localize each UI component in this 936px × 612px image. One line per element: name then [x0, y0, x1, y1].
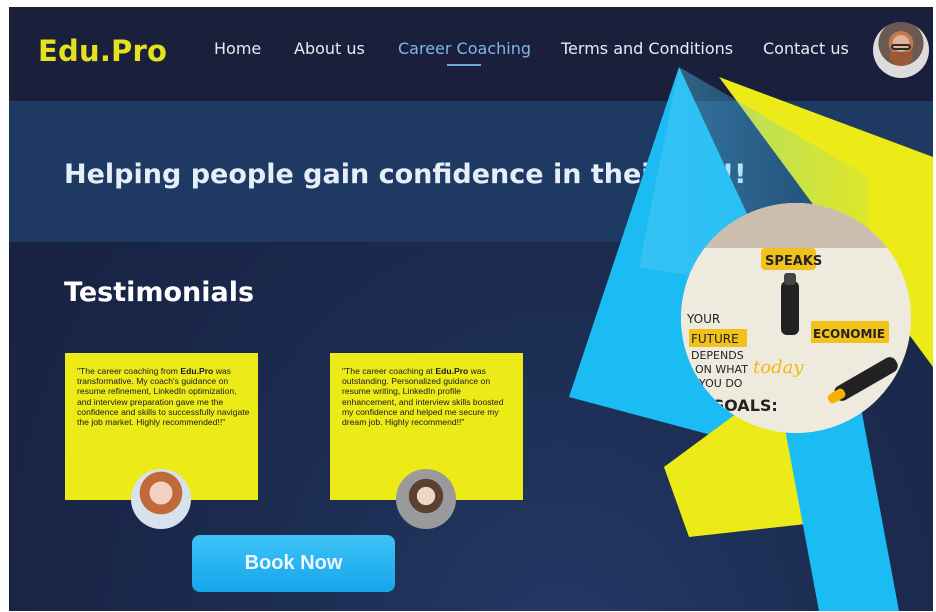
nav-link-about-us[interactable]: About us	[294, 39, 365, 58]
nav-link-terms-and-conditions[interactable]: Terms and Conditions	[561, 39, 733, 58]
avatar-photo-icon	[891, 44, 911, 50]
svg-text:YOUR: YOUR	[686, 312, 720, 326]
testimonial-avatar-2	[396, 469, 456, 529]
testimonial-avatar-1	[131, 469, 191, 529]
svg-text:YOU DO: YOU DO	[698, 377, 743, 390]
nav-link-contact-us[interactable]: Contact us	[763, 39, 849, 58]
notebook-illustration-icon: SPEAKS YOUR FUTURE DEPENDS ON WHAT YOU D…	[681, 203, 911, 433]
testimonials-heading: Testimonials	[64, 277, 255, 308]
brand-logo[interactable]: Edu.Pro	[38, 34, 167, 68]
testimonial-text-2: "The career coaching at Edu.Pro was outs…	[342, 366, 504, 428]
book-now-button[interactable]: Book Now	[192, 535, 395, 592]
avatar-beard	[889, 52, 913, 66]
page-frame: Edu.Pro Home About us Career Coaching Te…	[9, 7, 933, 611]
svg-text:ECONOMIE: ECONOMIE	[813, 327, 885, 341]
nav-link-home[interactable]: Home	[214, 39, 261, 58]
svg-text:FUTURE: FUTURE	[691, 332, 739, 346]
active-nav-indicator	[447, 64, 481, 66]
notebook-photo: SPEAKS YOUR FUTURE DEPENDS ON WHAT YOU D…	[681, 203, 911, 433]
nav-link-career-coaching[interactable]: Career Coaching	[398, 39, 531, 58]
testimonial-text-1: "The career coaching from Edu.Pro was tr…	[77, 366, 250, 428]
svg-text:DEPENDS: DEPENDS	[691, 349, 744, 362]
svg-text:SPEAKS: SPEAKS	[765, 254, 822, 269]
svg-text:today: today	[753, 357, 804, 378]
svg-text:ON WHAT: ON WHAT	[695, 363, 748, 376]
